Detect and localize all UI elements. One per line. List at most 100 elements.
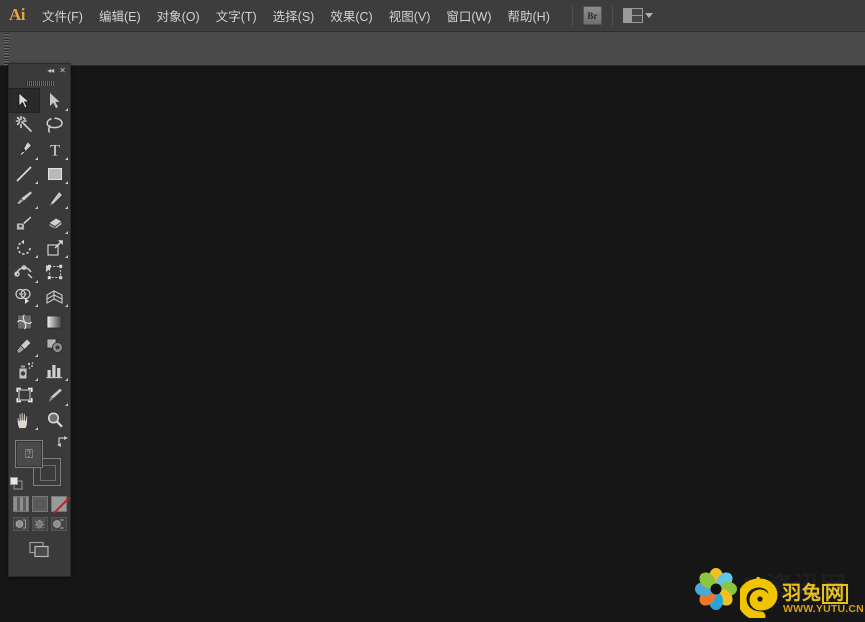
menu-file[interactable]: 文件(F) — [34, 0, 91, 32]
svg-text:T: T — [50, 142, 60, 158]
perspective-grid-tool[interactable] — [40, 285, 71, 310]
width-tool[interactable] — [9, 260, 40, 285]
type-tool[interactable]: T — [40, 137, 71, 162]
menu-window[interactable]: 窗口(W) — [438, 0, 499, 32]
draw-behind-icon — [34, 519, 45, 529]
slice-icon — [48, 387, 63, 403]
arrange-documents-button[interactable] — [622, 5, 653, 27]
draw-inside-button[interactable] — [50, 517, 67, 532]
menu-bar: Ai 文件(F) 编辑(E) 对象(O) 文字(T) 选择(S) 效果(C) 视… — [0, 0, 865, 32]
pen-tool[interactable] — [9, 137, 40, 162]
fill-swatch[interactable]: ⍰ — [15, 440, 43, 469]
selection-tool[interactable] — [9, 88, 40, 113]
shape-builder-icon — [15, 288, 31, 305]
draw-inside-icon — [53, 519, 64, 529]
free-transform-tool[interactable] — [40, 260, 71, 285]
default-fill-stroke-icon[interactable] — [10, 477, 23, 490]
hand-icon — [17, 411, 29, 429]
blob-brush-tool[interactable] — [9, 211, 40, 236]
pen-nib-icon — [18, 141, 33, 158]
screen-mode-row — [9, 535, 70, 563]
draw-behind-button[interactable] — [31, 517, 48, 532]
control-bar — [0, 32, 865, 66]
tools-panel-header: ◂◂ ✕ — [9, 64, 70, 78]
gradient-tool[interactable] — [40, 309, 71, 334]
tool-more-indicator — [34, 181, 38, 185]
slice-tool[interactable] — [40, 383, 71, 408]
chevron-down-icon — [644, 13, 653, 18]
divider — [571, 5, 573, 26]
eyedropper-tool[interactable] — [9, 334, 40, 359]
draw-normal-button[interactable] — [12, 517, 29, 532]
tool-more-indicator — [65, 156, 68, 160]
hand-tool[interactable] — [9, 408, 40, 433]
tools-panel: ◂◂ ✕ T ⍰ — [8, 63, 71, 577]
gradient-swatch-button[interactable] — [31, 496, 48, 513]
tool-more-indicator — [65, 255, 68, 259]
tool-more-indicator — [34, 205, 38, 209]
tools-panel-grip[interactable] — [9, 78, 70, 88]
paintbrush-icon — [15, 191, 32, 205]
menu-help[interactable]: 帮助(H) — [500, 0, 558, 32]
lasso-tool[interactable] — [40, 113, 71, 138]
shape-builder-tool[interactable] — [9, 285, 40, 310]
zoom-tool[interactable] — [40, 408, 71, 433]
rectangle-tool[interactable] — [40, 162, 71, 187]
draw-normal-icon — [15, 519, 26, 529]
bridge-button[interactable]: Br — [582, 5, 602, 27]
menu-type[interactable]: 文字(T) — [208, 0, 265, 32]
direct-selection-tool[interactable] — [40, 88, 71, 113]
menu-items: 文件(F) 编辑(E) 对象(O) 文字(T) 选择(S) 效果(C) 视图(V… — [34, 0, 558, 32]
tool-more-indicator — [34, 156, 38, 160]
collapse-icon[interactable]: ◂◂ — [47, 67, 54, 75]
tool-more-indicator — [34, 427, 38, 431]
line-segment-tool[interactable] — [9, 162, 40, 187]
panel-grabber[interactable] — [2, 33, 11, 64]
close-icon[interactable]: ✕ — [59, 67, 66, 75]
bridge-icon: Br — [582, 6, 602, 25]
blend-tool[interactable] — [40, 334, 71, 359]
tool-grid: T — [9, 88, 70, 432]
artboard-icon — [16, 388, 33, 403]
pencil-tool[interactable] — [40, 186, 71, 211]
tool-more-indicator — [65, 378, 68, 382]
document-canvas[interactable] — [0, 66, 865, 622]
rotate-icon — [16, 239, 31, 255]
eraser-tool[interactable] — [40, 211, 71, 236]
pencil-icon — [48, 190, 63, 207]
illustrator-window: Ai 文件(F) 编辑(E) 对象(O) 文字(T) 选择(S) 效果(C) 视… — [0, 0, 865, 622]
menu-bar-tools: Br — [571, 0, 653, 32]
rectangle-icon — [47, 168, 62, 181]
change-screen-mode-button[interactable] — [28, 541, 52, 559]
paintbrush-tool[interactable] — [9, 186, 40, 211]
mesh-tool[interactable] — [9, 309, 40, 334]
symbol-sprayer-icon — [18, 362, 34, 380]
menu-effect[interactable]: 效果(C) — [322, 0, 380, 32]
menu-view[interactable]: 视图(V) — [381, 0, 439, 32]
width-warp-icon — [14, 265, 33, 279]
draw-mode-row — [9, 514, 70, 535]
tool-more-indicator — [34, 353, 38, 357]
lasso-icon — [46, 117, 64, 133]
tool-more-indicator — [34, 378, 38, 382]
column-graph-icon — [46, 365, 63, 379]
mesh-icon — [16, 314, 32, 330]
artboard-tool[interactable] — [9, 383, 40, 408]
none-swatch-button[interactable] — [50, 496, 67, 513]
magic-wand-tool[interactable] — [9, 113, 40, 138]
column-graph-tool[interactable] — [40, 359, 71, 384]
tool-more-indicator — [65, 304, 68, 308]
menu-object[interactable]: 对象(O) — [149, 0, 208, 32]
menu-edit[interactable]: 编辑(E) — [91, 0, 149, 32]
tool-more-indicator — [34, 304, 38, 308]
swap-fill-stroke-icon[interactable] — [57, 435, 69, 448]
rotate-tool[interactable] — [9, 236, 40, 261]
symbol-sprayer-tool[interactable] — [9, 359, 40, 384]
scale-tool[interactable] — [40, 236, 71, 261]
menu-select[interactable]: 选择(S) — [265, 0, 323, 32]
color-swatch-button[interactable] — [12, 496, 29, 513]
magnifier-icon — [47, 412, 63, 428]
gradient-icon — [46, 315, 63, 329]
magic-wand-icon — [15, 116, 32, 133]
eyedropper-icon — [16, 338, 32, 355]
